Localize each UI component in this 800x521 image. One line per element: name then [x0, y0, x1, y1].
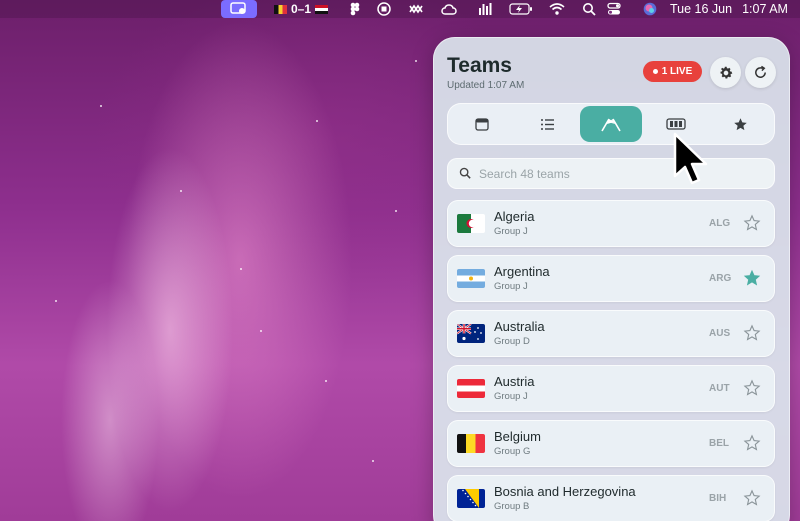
flags-icon: [601, 118, 621, 132]
live-dot-icon: [652, 69, 658, 74]
settings-button[interactable]: [710, 57, 741, 88]
team-name: Bosnia and Herzegovina: [494, 484, 636, 499]
belgium-mini-flag: [274, 4, 287, 14]
team-row[interactable]: Belgium Group G BEL: [447, 420, 775, 467]
algeria-flag: [457, 214, 485, 233]
audio-meter-icon[interactable]: [478, 1, 492, 17]
team-group: Group J: [494, 226, 528, 237]
austria-flag: [457, 379, 485, 398]
team-group: Group B: [494, 501, 530, 512]
battery-icon[interactable]: [509, 1, 533, 17]
team-group: Group J: [494, 281, 528, 292]
wallpaper-star: [325, 380, 327, 382]
wallpaper-star: [395, 210, 397, 212]
team-row[interactable]: Australia Group D AUS: [447, 310, 775, 357]
team-row[interactable]: Austria Group J AUT: [447, 365, 775, 412]
team-group: Group G: [494, 446, 531, 457]
refresh-icon: [755, 65, 766, 78]
favorite-star-icon[interactable]: [743, 324, 761, 342]
star-icon: [733, 117, 747, 130]
team-code: BIH: [709, 493, 727, 504]
team-name: Belgium: [494, 429, 541, 444]
teams-panel: Teams Updated 1:07 AM 1 LIVE Search 48 t…: [433, 37, 790, 521]
menu-clock[interactable]: Tue 16 Jun 1:07 AM: [670, 1, 788, 17]
score-text: 0–1: [291, 2, 312, 16]
wallpaper-star: [372, 460, 374, 462]
view-tab-bar: [447, 103, 775, 145]
search-bar: [447, 158, 775, 189]
favorite-star-icon[interactable]: [743, 489, 761, 507]
app-menubar-button[interactable]: [221, 0, 257, 18]
team-code: ARG: [709, 273, 732, 284]
team-code: BEL: [709, 438, 729, 449]
argentina-flag: [457, 269, 485, 288]
wallpaper-star: [180, 190, 182, 192]
search-input[interactable]: [479, 162, 759, 185]
search-icon: [459, 167, 471, 179]
live-score[interactable]: 0–1: [270, 1, 332, 17]
tab-teams[interactable]: [580, 106, 642, 142]
creative-cloud-icon[interactable]: [440, 1, 458, 17]
bracket-icon: [666, 118, 686, 130]
belgium-flag: [457, 434, 485, 453]
updated-timestamp: Updated 1:07 AM: [447, 80, 525, 91]
egypt-mini-flag: [315, 4, 329, 14]
calendar-icon: [475, 117, 489, 131]
australia-flag: [457, 324, 485, 343]
team-row[interactable]: Argentina Group J ARG: [447, 255, 775, 302]
live-label: 1 LIVE: [661, 66, 693, 77]
gear-icon: [720, 66, 732, 78]
control-center-icon[interactable]: [607, 1, 621, 17]
panel-title: Teams: [447, 54, 512, 77]
favorite-star-icon[interactable]: [743, 434, 761, 452]
tab-schedule[interactable]: [451, 106, 513, 142]
wallpaper-star: [415, 60, 417, 62]
team-name: Austria: [494, 374, 535, 389]
menu-bar: 0–1 Tue 16 Jun 1:07 AM: [0, 0, 800, 18]
clock-date: Tue 16 Jun: [670, 2, 733, 16]
mouse-pointer-icon: [673, 132, 708, 185]
kinetic-icon[interactable]: [407, 1, 425, 17]
favorite-star-icon[interactable]: [743, 214, 761, 232]
record-icon[interactable]: [377, 1, 391, 17]
team-code: AUT: [709, 383, 730, 394]
team-group: Group J: [494, 391, 528, 402]
favorite-star-icon[interactable]: [743, 379, 761, 397]
clock-time: 1:07 AM: [742, 2, 788, 16]
siri-icon[interactable]: [643, 1, 657, 17]
bosnia-flag: [457, 489, 485, 508]
live-badge[interactable]: 1 LIVE: [643, 61, 702, 82]
team-name: Australia: [494, 319, 545, 334]
figma-icon[interactable]: [348, 1, 362, 17]
tab-list[interactable]: [516, 106, 578, 142]
wallpaper-star: [260, 330, 262, 332]
refresh-button[interactable]: [745, 57, 776, 88]
team-code: AUS: [709, 328, 731, 339]
wallpaper-star: [240, 268, 242, 270]
wallpaper-star: [55, 300, 57, 302]
team-row[interactable]: Bosnia and Herzegovina Group B BIH: [447, 475, 775, 521]
list-icon: [540, 118, 554, 130]
teams-app-icon: [230, 2, 246, 14]
favorite-star-filled-icon[interactable]: [743, 269, 761, 287]
tab-favorites[interactable]: [709, 106, 771, 142]
team-name: Argentina: [494, 264, 550, 279]
team-row[interactable]: Algeria Group J ALG: [447, 200, 775, 247]
wallpaper-star: [316, 120, 318, 122]
team-group: Group D: [494, 336, 530, 347]
team-code: ALG: [709, 218, 731, 229]
spotlight-search-icon[interactable]: [582, 1, 596, 17]
wifi-icon[interactable]: [549, 1, 565, 17]
team-name: Algeria: [494, 209, 535, 224]
wallpaper-star: [100, 105, 102, 107]
